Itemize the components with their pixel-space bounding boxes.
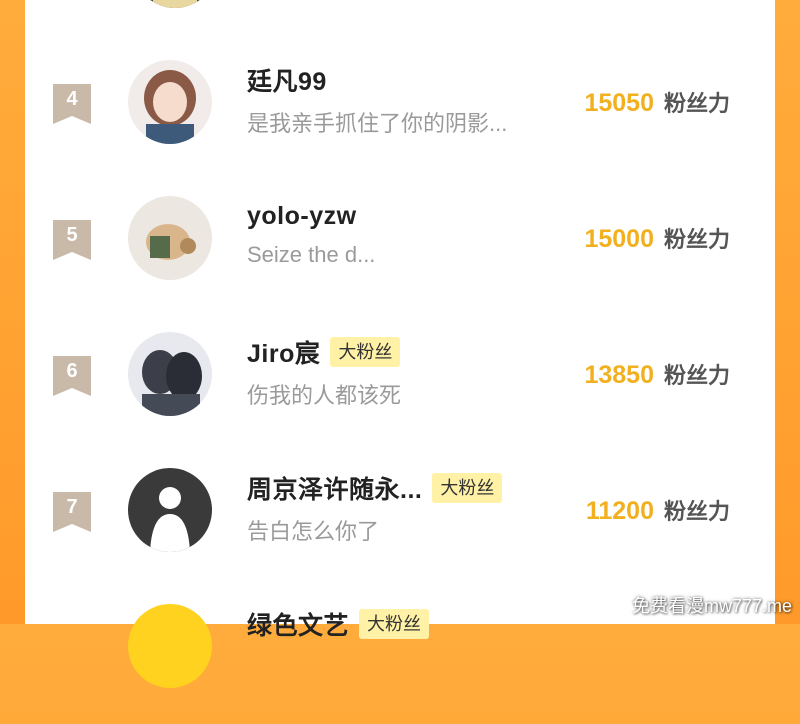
user-motto: Seize the d... [247,242,376,267]
user-name[interactable]: 绿色文艺 [247,606,349,642]
user-motto: 伤我的人都该死 [247,383,402,408]
big-fan-badge: 大粉丝 [359,609,430,639]
big-fan-badge: 大粉丝 [432,473,503,503]
avatar[interactable] [128,332,212,416]
user-name[interactable]: 周京泽许随永... [247,470,422,506]
avatar[interactable] [128,468,212,552]
avatar[interactable] [128,60,212,144]
list-item[interactable]: 绿色文艺 大粉丝 [25,604,775,724]
avatar[interactable] [128,196,212,280]
rank-badge: 7 [53,492,91,532]
fan-score-unit: 粉丝力 [663,499,730,524]
rank-number: 5 [66,224,78,246]
fan-score-unit: 粉丝力 [663,227,730,252]
list-item[interactable]: 7 周京泽许随永... 大粉丝 告白怎么你了 11200 粉丝力 [25,468,775,588]
user-name[interactable]: Jiro宸 [247,334,320,370]
rank-badge: 5 [53,220,91,260]
rank-number: 7 [66,496,78,518]
watermark: 免费看漫mw777.me [631,596,792,616]
list-item[interactable]: 6 Jiro宸 大粉丝 伤我的人都该死 13850 粉丝力 [25,332,775,452]
user-motto: 是我亲手抓住了你的阴影... [247,111,508,136]
fan-score-unit: 粉丝力 [663,91,730,116]
user-name[interactable]: yolo-yzw [247,202,357,231]
big-fan-badge: 大粉丝 [330,337,401,367]
fan-score: 13850 [584,361,654,389]
fan-score: 11200 [585,497,654,525]
rank-badge: 4 [53,84,91,124]
avatar[interactable] [133,0,217,8]
list-item[interactable]: 5 yolo-yzw Seize the d... 15000 粉丝力 [25,196,775,316]
avatar[interactable] [128,604,212,688]
list-item[interactable]: 4 廷凡99 是我亲手抓住了你的阴影... 15050 粉丝力 [25,60,775,180]
user-motto: 告白怎么你了 [247,519,380,544]
fan-score: 15050 [584,89,654,117]
ranking-list: 4 廷凡99 是我亲手抓住了你的阴影... 15050 粉丝力 5 yolo-y… [25,0,775,688]
rank-number: 6 [66,360,78,382]
user-name[interactable]: 廷凡99 [247,62,327,98]
fan-score: 15000 [584,225,654,253]
rank-badge: 6 [53,356,91,396]
rank-number: 4 [66,88,78,110]
fan-score-unit: 粉丝力 [663,363,730,388]
